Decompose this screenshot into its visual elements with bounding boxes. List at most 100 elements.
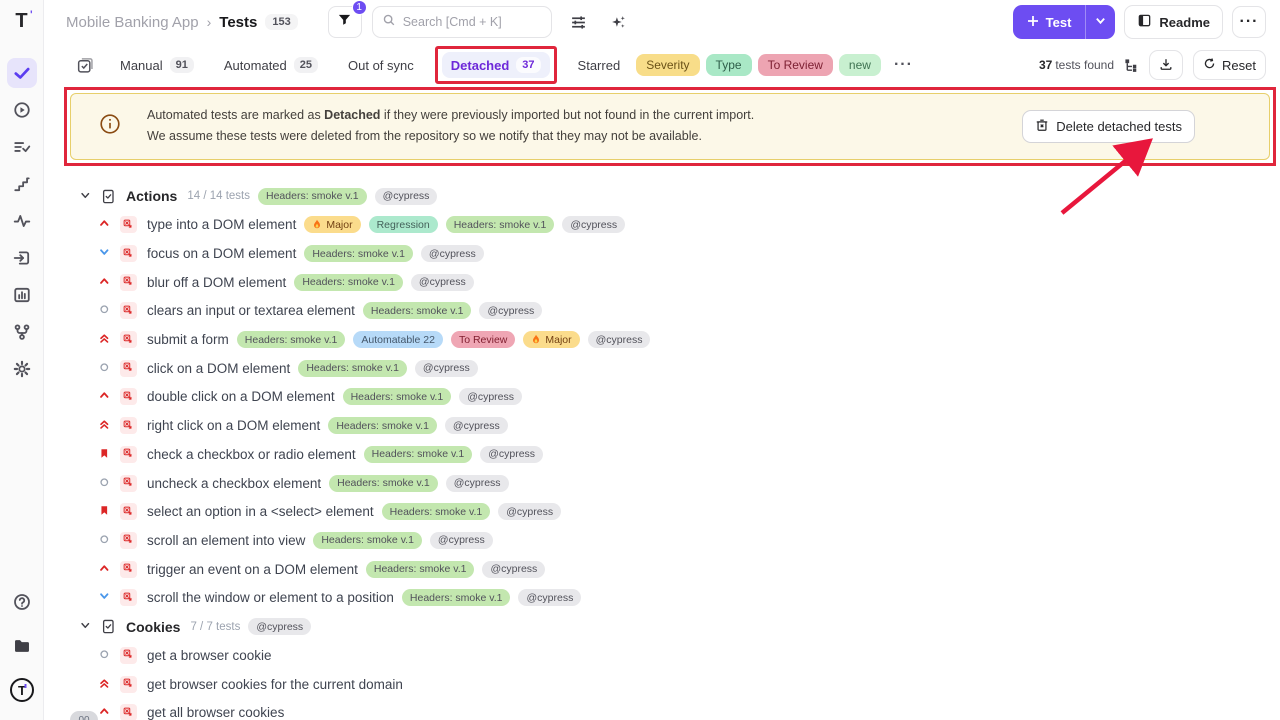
tab-starred[interactable]: Starred — [569, 53, 630, 78]
priority-high-icon[interactable] — [98, 563, 112, 576]
test-title[interactable]: scroll the window or element to a positi… — [147, 590, 394, 605]
test-title[interactable]: get a browser cookie — [147, 648, 272, 663]
badge-gray[interactable]: @cypress — [248, 618, 311, 635]
badge-green[interactable]: Headers: smoke v.1 — [366, 561, 475, 578]
test-title[interactable]: trigger an event on a DOM element — [147, 562, 358, 577]
badge-gray[interactable]: @cypress — [479, 302, 542, 319]
priority-high-icon[interactable] — [98, 276, 112, 289]
tab-manual[interactable]: Manual91 — [111, 52, 203, 78]
test-title[interactable]: check a checkbox or radio element — [147, 447, 356, 462]
chevron-down-icon[interactable] — [80, 620, 93, 633]
badge-green[interactable]: Headers: smoke v.1 — [363, 302, 472, 319]
download-button[interactable] — [1149, 50, 1183, 80]
test-title[interactable]: double click on a DOM element — [147, 389, 335, 404]
badge-gray[interactable]: @cypress — [430, 532, 493, 549]
badge-green[interactable]: Headers: smoke v.1 — [298, 360, 407, 377]
badge-gray[interactable]: @cypress — [482, 561, 545, 578]
sidebar-item-runs-nav[interactable] — [7, 95, 37, 125]
tab-detached[interactable]: Detached37 — [442, 52, 550, 78]
view-settings-button[interactable] — [566, 9, 592, 35]
sidebar-item-profile-logo[interactable]: T — [7, 675, 37, 705]
chevron-down-icon[interactable] — [80, 190, 93, 203]
badge-gray[interactable]: @cypress — [480, 446, 543, 463]
add-test-button[interactable]: Test — [1013, 5, 1087, 39]
badge-yellow[interactable]: Major — [523, 331, 579, 348]
test-title[interactable]: right click on a DOM element — [147, 418, 320, 433]
sidebar-item-projects-button[interactable] — [7, 631, 37, 661]
badge-teal[interactable]: Regression — [369, 216, 438, 233]
test-title[interactable]: get browser cookies for the current doma… — [147, 677, 403, 692]
badge-gray[interactable]: @cypress — [445, 417, 508, 434]
tab-automated[interactable]: Automated25 — [215, 52, 327, 78]
badge-gray[interactable]: @cypress — [415, 360, 478, 377]
priority-low-icon[interactable] — [98, 247, 112, 260]
filter-button[interactable]: 1 — [328, 6, 362, 38]
test-title[interactable]: get all browser cookies — [147, 705, 284, 720]
reset-button[interactable]: Reset — [1193, 50, 1266, 80]
priority-normal-icon[interactable] — [98, 649, 112, 662]
badge-gray[interactable]: @cypress — [459, 388, 522, 405]
priority-high-icon[interactable] — [98, 390, 112, 403]
filter-chip-to-review[interactable]: To Review — [758, 54, 833, 76]
badge-green[interactable]: Headers: smoke v.1 — [328, 417, 437, 434]
badge-gray[interactable]: @cypress — [518, 589, 581, 606]
priority-critical-icon[interactable] — [98, 333, 112, 346]
sidebar-item-settings-nav[interactable] — [7, 354, 37, 384]
test-title[interactable]: clears an input or textarea element — [147, 303, 355, 318]
test-title[interactable]: scroll an element into view — [147, 533, 305, 548]
sidebar-item-import-nav[interactable] — [7, 243, 37, 273]
badge-green[interactable]: Headers: smoke v.1 — [294, 274, 403, 291]
badge-green[interactable]: Headers: smoke v.1 — [313, 532, 422, 549]
badge-green[interactable]: Headers: smoke v.1 — [446, 216, 555, 233]
badge-green[interactable]: Headers: smoke v.1 — [329, 475, 438, 492]
priority-bookmark-icon[interactable] — [98, 505, 112, 518]
search-box[interactable] — [372, 6, 552, 38]
badge-gray[interactable]: @cypress — [562, 216, 625, 233]
test-title[interactable]: uncheck a checkbox element — [147, 476, 321, 491]
toolbar-more-button[interactable]: ··· — [894, 56, 913, 74]
priority-high-icon[interactable] — [98, 218, 112, 231]
tab-out-of-sync[interactable]: Out of sync — [339, 53, 423, 78]
badge-yellow[interactable]: Major — [304, 216, 360, 233]
badge-gray[interactable]: @cypress — [498, 503, 561, 520]
priority-critical-icon[interactable] — [98, 419, 112, 432]
filter-chip-severity[interactable]: Severity — [636, 54, 699, 76]
readme-button[interactable]: Readme — [1124, 5, 1223, 39]
test-title[interactable]: focus on a DOM element — [147, 246, 296, 261]
sidebar-item-help-button[interactable] — [7, 587, 37, 617]
search-input[interactable] — [403, 15, 542, 29]
badge-green[interactable]: Headers: smoke v.1 — [343, 388, 452, 405]
ai-sparkles-button[interactable] — [606, 9, 632, 35]
sidebar-item-tests-nav[interactable] — [7, 58, 37, 88]
breadcrumb-page[interactable]: Tests — [219, 14, 257, 31]
bottom-counter-pill[interactable]: 00 — [70, 711, 98, 720]
add-test-dropdown-button[interactable] — [1086, 5, 1115, 39]
badge-gray[interactable]: @cypress — [411, 274, 474, 291]
tree-view-icon[interactable] — [1124, 58, 1139, 73]
badge-green[interactable]: Headers: smoke v.1 — [237, 331, 346, 348]
badge-green[interactable]: Headers: smoke v.1 — [382, 503, 491, 520]
priority-normal-icon[interactable] — [98, 534, 112, 547]
badge-gray[interactable]: @cypress — [375, 188, 438, 205]
test-title[interactable]: click on a DOM element — [147, 361, 290, 376]
priority-high-icon[interactable] — [98, 706, 112, 719]
test-title[interactable]: select an option in a <select> element — [147, 504, 374, 519]
test-title[interactable]: blur off a DOM element — [147, 275, 286, 290]
sidebar-item-milestones-nav[interactable] — [7, 169, 37, 199]
badge-gray[interactable]: @cypress — [446, 475, 509, 492]
badge-pink[interactable]: To Review — [451, 331, 515, 348]
badge-green[interactable]: Headers: smoke v.1 — [258, 188, 367, 205]
sidebar-item-branches-nav[interactable] — [7, 317, 37, 347]
sidebar-item-plans-nav[interactable] — [7, 132, 37, 162]
delete-detached-tests-button[interactable]: Delete detached tests — [1022, 110, 1195, 143]
app-logo[interactable]: T' — [15, 10, 27, 33]
test-title[interactable]: submit a form — [147, 332, 229, 347]
badge-blue[interactable]: Automatable 22 — [353, 331, 443, 348]
priority-normal-icon[interactable] — [98, 304, 112, 317]
badge-green[interactable]: Headers: smoke v.1 — [402, 589, 511, 606]
select-all-icon[interactable] — [76, 57, 93, 74]
suite-name[interactable]: Cookies — [126, 619, 180, 635]
priority-low-icon[interactable] — [98, 591, 112, 604]
badge-gray[interactable]: @cypress — [588, 331, 651, 348]
suite-name[interactable]: Actions — [126, 188, 177, 204]
